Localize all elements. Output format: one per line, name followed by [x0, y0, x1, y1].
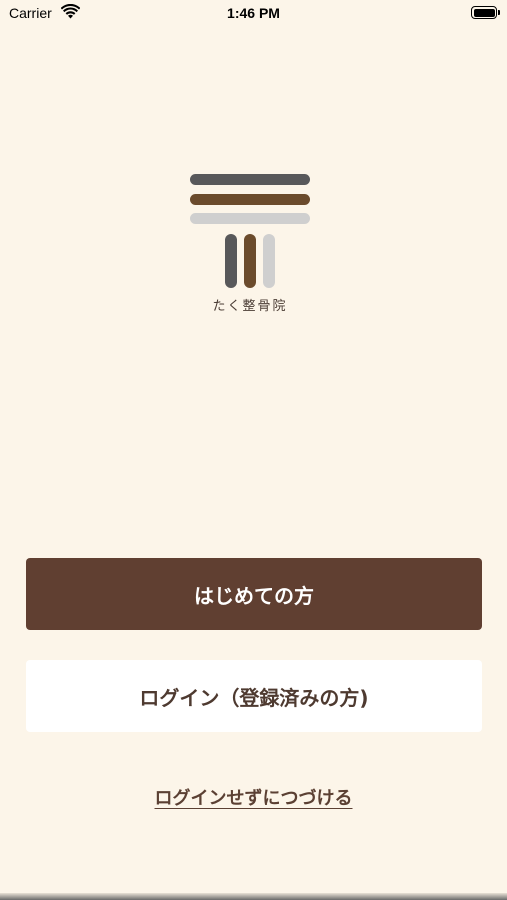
- battery-icon: [471, 6, 497, 19]
- continue-without-login-label: ログインせずにつづける: [154, 788, 353, 809]
- status-bar: Carrier 1:46 PM: [0, 0, 507, 30]
- logo-bar-bottom: [190, 213, 310, 224]
- status-time: 1:46 PM: [227, 5, 280, 21]
- clinic-logo: たく整骨院: [190, 174, 310, 316]
- logo-pillar-center: [244, 234, 256, 288]
- battery-cap: [498, 10, 500, 15]
- logo-bar-top: [190, 174, 310, 185]
- login-button-label: ログイン（登録済みの方): [139, 685, 369, 710]
- bottom-edge-shadow: [0, 893, 507, 900]
- logo-pillar-left: [225, 234, 237, 288]
- first-time-button[interactable]: はじめての方: [26, 558, 482, 630]
- logo-clinic-name: たく整骨院: [212, 299, 288, 314]
- continue-without-login-link[interactable]: ログインせずにつづける: [0, 784, 507, 810]
- logo-bar-middle: [190, 194, 310, 205]
- login-button[interactable]: ログイン（登録済みの方): [26, 660, 482, 732]
- battery-level: [473, 8, 495, 17]
- logo-pillar-right: [263, 234, 275, 288]
- first-time-button-label: はじめての方: [194, 583, 314, 608]
